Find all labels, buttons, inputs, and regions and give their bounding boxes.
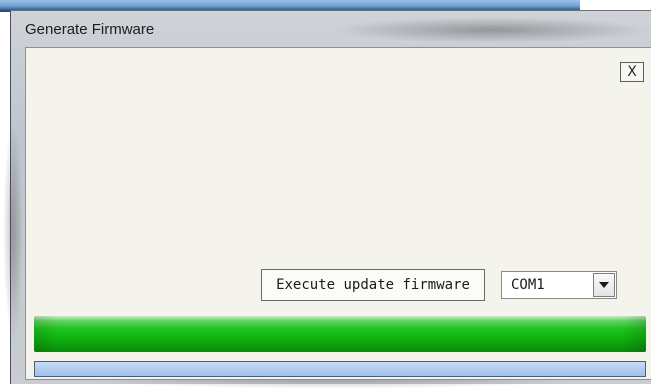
close-icon: X [627, 64, 637, 80]
aero-glass-streak [3, 121, 23, 341]
firmware-progress-fill [34, 316, 646, 352]
firmware-progress-bar [34, 316, 646, 352]
chevron-down-icon [599, 282, 609, 288]
dropdown-button[interactable] [593, 273, 615, 297]
com-port-value: COM1 [511, 277, 545, 293]
dialog-client-area: X Execute update firmware COM1 [25, 47, 651, 380]
aero-glass-streak [331, 17, 651, 43]
close-button[interactable]: X [620, 62, 644, 82]
execute-update-firmware-button[interactable]: Execute update firmware [261, 269, 485, 301]
com-port-select[interactable]: COM1 [501, 271, 617, 299]
generate-firmware-dialog: Generate Firmware X Execute update firmw… [3, 10, 651, 389]
dialog-title: Generate Firmware [25, 21, 155, 38]
secondary-progress-bar [34, 361, 646, 377]
